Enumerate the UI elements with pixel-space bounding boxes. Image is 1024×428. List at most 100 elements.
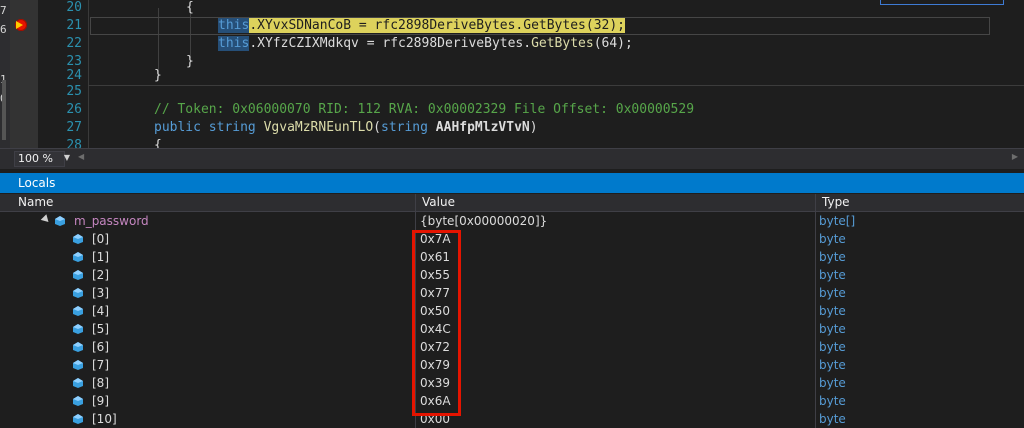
zoom-level-input[interactable]: 100 % <box>14 151 65 167</box>
line-number: 28 <box>66 138 82 148</box>
table-row[interactable]: [7] 0x79 byte <box>0 356 1024 374</box>
locals-window-title[interactable]: Locals <box>0 173 1024 193</box>
index-label: [7] <box>92 358 109 372</box>
element-icon <box>73 288 83 298</box>
index-label: [6] <box>92 340 109 354</box>
line-number-gutter: 20 21 22 23 24 25 26 27 28 <box>38 0 82 148</box>
column-header-value[interactable]: Value <box>416 194 816 211</box>
code-line-24[interactable]: } <box>154 67 162 85</box>
brace: } <box>186 54 194 69</box>
element-icon <box>73 396 83 406</box>
code-editor[interactable]: 7 6 1 0 20 21 22 23 24 25 26 27 28 { thi… <box>0 0 1024 148</box>
code-line-27[interactable]: public string VgvaMzRNEunTLO(string AAHf… <box>154 119 538 137</box>
left-scroll-thumb[interactable] <box>2 80 6 140</box>
index-label: [8] <box>92 376 109 390</box>
type-cell: byte <box>819 304 846 318</box>
line-number: 20 <box>66 0 82 15</box>
value-cell[interactable]: 0x79 <box>416 356 816 374</box>
code-line-20[interactable]: { <box>186 0 194 17</box>
table-row[interactable]: [0] 0x7A byte <box>0 230 1024 248</box>
table-row-parent[interactable]: m_password {byte[0x00000020]} byte[] <box>0 212 1024 230</box>
type-cell: byte <box>819 322 846 336</box>
current-statement-arrow-icon <box>16 21 23 29</box>
type-cell: byte <box>819 232 846 246</box>
scroll-right-icon[interactable]: ▶ <box>1012 152 1018 161</box>
name-cell: [10] <box>0 410 416 428</box>
keyword-public: public <box>154 120 201 135</box>
editor-status-bar: 100 % ▼ ◀ ▶ <box>0 148 1024 169</box>
table-row[interactable]: [2] 0x55 byte <box>0 266 1024 284</box>
code-line-22[interactable]: this.XYfzCZIXMdkqv = rfc2898DeriveBytes.… <box>218 35 633 53</box>
value-cell[interactable]: 0x6A <box>416 392 816 410</box>
code-line-23[interactable]: } <box>186 53 194 71</box>
zoom-dropdown-icon[interactable]: ▼ <box>62 151 72 165</box>
name-cell: [1] <box>0 248 416 266</box>
table-row[interactable]: [10] 0x00 byte <box>0 410 1024 428</box>
parameter-name: AAHfpMlzVTvN <box>435 120 530 135</box>
code-line-21[interactable]: this.XYvxSDNanCoB = rfc2898DeriveBytes.G… <box>218 17 626 35</box>
code-comment: // Token: 0x06000070 RID: 112 RVA: 0x000… <box>154 102 695 117</box>
index-label: [1] <box>92 250 109 264</box>
element-icon <box>73 414 83 424</box>
locals-header-row: Name Value Type <box>0 194 1024 212</box>
value-cell[interactable]: 0x39 <box>416 374 816 392</box>
table-row[interactable]: [5] 0x4C byte <box>0 320 1024 338</box>
name-cell: [4] <box>0 302 416 320</box>
index-label: [0] <box>92 232 109 246</box>
value-cell[interactable]: 0x4C <box>416 320 816 338</box>
column-header-name[interactable]: Name <box>0 194 416 211</box>
line-number: 25 <box>66 84 82 99</box>
brace: } <box>154 68 162 83</box>
index-label: [4] <box>92 304 109 318</box>
value-cell[interactable]: 0x61 <box>416 248 816 266</box>
line-number: 27 <box>66 120 82 135</box>
table-row[interactable]: [3] 0x77 byte <box>0 284 1024 302</box>
field-icon <box>55 216 65 226</box>
table-row[interactable]: [9] 0x6A byte <box>0 392 1024 410</box>
type-cell: byte[] <box>819 214 856 228</box>
code-line-28[interactable]: { <box>154 137 162 148</box>
value-cell[interactable]: 0x00 <box>416 410 816 428</box>
edge-mark: 7 <box>0 4 7 17</box>
horizontal-scrollbar[interactable]: ◀ ▶ <box>78 152 1018 162</box>
name-cell: [0] <box>0 230 416 248</box>
value-cell[interactable]: 0x50 <box>416 302 816 320</box>
value-cell[interactable]: 0x55 <box>416 266 816 284</box>
annotation-red-box <box>412 230 461 416</box>
element-icon <box>73 360 83 370</box>
element-icon <box>73 234 83 244</box>
table-row[interactable]: [4] 0x50 byte <box>0 302 1024 320</box>
value-cell[interactable]: 0x7A <box>416 230 816 248</box>
table-row[interactable]: [6] 0x72 byte <box>0 338 1024 356</box>
name-cell: m_password <box>0 212 416 230</box>
arguments: (32); <box>585 18 626 33</box>
element-icon <box>73 270 83 280</box>
line-number: 21 <box>66 18 82 33</box>
element-icon <box>73 324 83 334</box>
method-separator <box>88 85 1024 86</box>
brace: { <box>154 138 162 148</box>
element-icon <box>73 378 83 388</box>
column-header-type[interactable]: Type <box>816 194 1024 211</box>
collapse-arrow-icon[interactable] <box>40 214 52 225</box>
value-cell[interactable]: {byte[0x00000020]} <box>416 212 816 230</box>
name-cell: [9] <box>0 392 416 410</box>
locals-rows: m_password {byte[0x00000020]} byte[] [0]… <box>0 212 1024 428</box>
assignment: = rfc2898DeriveBytes. <box>358 36 532 51</box>
scroll-left-icon[interactable]: ◀ <box>78 152 84 161</box>
dot: . <box>249 36 258 51</box>
value-cell[interactable]: 0x77 <box>416 284 816 302</box>
type-cell: byte <box>819 412 846 426</box>
name-cell: [7] <box>0 356 416 374</box>
name-cell: [3] <box>0 284 416 302</box>
type-cell: byte <box>819 268 846 282</box>
current-statement: this.XYvxSDNanCoB = rfc2898DeriveBytes.G… <box>218 18 626 33</box>
name-cell: [8] <box>0 374 416 392</box>
value-cell[interactable]: 0x72 <box>416 338 816 356</box>
keyword-string: string <box>381 120 428 135</box>
code-line-26[interactable]: // Token: 0x06000070 RID: 112 RVA: 0x000… <box>154 101 694 119</box>
type-cell: byte <box>819 286 846 300</box>
table-row[interactable]: [1] 0x61 byte <box>0 248 1024 266</box>
table-row[interactable]: [8] 0x39 byte <box>0 374 1024 392</box>
method-name: GetBytes <box>531 36 594 51</box>
